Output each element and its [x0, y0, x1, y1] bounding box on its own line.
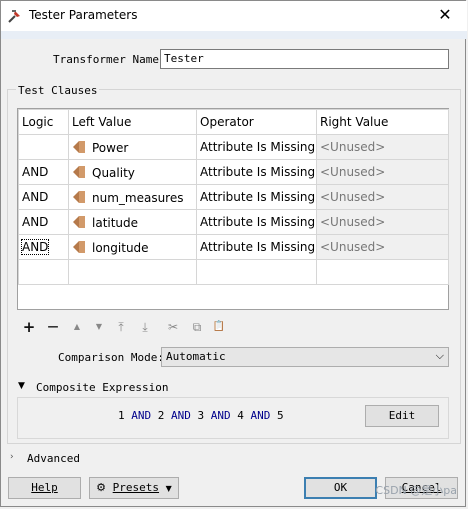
left-value-text: Quality: [92, 165, 135, 180]
operator-cell[interactable]: Attribute Is Missing: [196, 234, 317, 260]
logic-cell[interactable]: [18, 134, 69, 160]
composite-expression-label[interactable]: Composite Expression: [36, 381, 168, 394]
left-value-text: num_measures: [92, 190, 184, 205]
operator-cell[interactable]: Attribute Is Missing: [196, 134, 317, 160]
remove-icon[interactable]: —: [45, 319, 61, 335]
gear-icon: ⚙: [96, 481, 107, 494]
expr-operator: AND: [210, 409, 231, 422]
left-value-text: latitude: [92, 215, 139, 230]
add-icon[interactable]: +: [21, 319, 37, 335]
move-up-icon[interactable]: ▲: [69, 319, 85, 335]
help-button-label: Help: [31, 481, 58, 494]
table-row[interactable]: AND num_measures Attribute Is Missing <U…: [18, 184, 449, 210]
column-header-operator[interactable]: Operator: [196, 109, 317, 135]
fme-tester-icon: [8, 10, 20, 23]
logic-cell-text: AND: [20, 239, 50, 255]
move-down-icon[interactable]: ▼: [91, 319, 107, 335]
column-header-logic[interactable]: Logic: [18, 109, 69, 135]
title-bar: Tester Parameters ✕: [1, 1, 467, 31]
right-value-cell[interactable]: <Unused>: [316, 209, 449, 235]
comparison-mode-value: Automatic: [166, 350, 226, 363]
column-header-right-value[interactable]: Right Value: [316, 109, 449, 135]
attribute-icon: [73, 190, 85, 203]
presets-button-label: Presets: [112, 481, 160, 494]
test-clauses-title: Test Clauses: [16, 84, 100, 97]
empty-cell[interactable]: [316, 259, 449, 285]
expr-term: 2: [157, 409, 165, 422]
logic-cell[interactable]: AND: [18, 184, 69, 210]
ok-button[interactable]: OK: [304, 477, 377, 499]
chevron-down-icon: ▼: [165, 484, 172, 493]
advanced-section-label[interactable]: Advanced: [27, 452, 80, 465]
attribute-icon: [73, 140, 85, 153]
expand-chevron-icon[interactable]: ›: [10, 452, 14, 462]
right-value-cell[interactable]: <Unused>: [316, 234, 449, 260]
left-value-text: Power: [92, 140, 129, 155]
watermark: CSDN @是小pa: [375, 484, 457, 497]
attribute-icon: [73, 165, 85, 178]
comparison-mode-label: Comparison Mode:: [58, 351, 164, 364]
composite-expression-text: 1 AND 2 AND 3 AND 4 AND 5: [118, 409, 284, 422]
copy-icon[interactable]: ⧉: [189, 319, 205, 335]
transformer-name-input[interactable]: Tester: [160, 49, 449, 69]
table-row[interactable]: AND longitude Attribute Is Missing <Unus…: [18, 234, 449, 260]
left-value-cell[interactable]: longitude: [68, 234, 197, 260]
table-header-row: Logic Left Value Operator Right Value: [18, 109, 449, 135]
left-value-cell[interactable]: latitude: [68, 209, 197, 235]
operator-cell[interactable]: Attribute Is Missing: [196, 184, 317, 210]
column-header-left-value[interactable]: Left Value: [68, 109, 197, 135]
left-value-cell[interactable]: num_measures: [68, 184, 197, 210]
table-row[interactable]: AND Quality Attribute Is Missing <Unused…: [18, 159, 449, 185]
empty-cell[interactable]: [196, 259, 317, 285]
title-separator: [1, 31, 467, 39]
right-value-cell[interactable]: <Unused>: [316, 159, 449, 185]
attribute-icon: [73, 215, 85, 228]
edit-button[interactable]: Edit: [365, 405, 439, 427]
expr-term: 5: [277, 409, 284, 422]
comparison-mode-select[interactable]: Automatic ⌵: [161, 347, 449, 367]
logic-cell[interactable]: AND: [18, 234, 69, 260]
clauses-table: Logic Left Value Operator Right Value Po…: [18, 109, 449, 285]
dialog-window: Tester Parameters ✕ Transformer Name: Te…: [0, 0, 467, 507]
close-icon[interactable]: ✕: [435, 5, 455, 25]
paste-icon[interactable]: 📋: [211, 319, 227, 335]
logic-cell[interactable]: AND: [18, 159, 69, 185]
composite-expression-box: 1 AND 2 AND 3 AND 4 AND 5 Edit: [17, 397, 449, 439]
table-row-empty[interactable]: [18, 259, 449, 285]
attribute-icon: [73, 240, 85, 253]
right-value-cell[interactable]: <Unused>: [316, 134, 449, 160]
left-value-cell[interactable]: Quality: [68, 159, 197, 185]
expr-operator: AND: [250, 409, 271, 422]
table-row[interactable]: AND latitude Attribute Is Missing <Unuse…: [18, 209, 449, 235]
expr-operator: AND: [171, 409, 191, 422]
operator-cell[interactable]: Attribute Is Missing: [196, 159, 317, 185]
expr-term: 3: [197, 409, 205, 422]
move-to-bottom-icon[interactable]: ⤓: [137, 319, 153, 335]
operator-cell[interactable]: Attribute Is Missing: [196, 209, 317, 235]
empty-cell[interactable]: [18, 259, 69, 285]
window-title: Tester Parameters: [29, 8, 138, 22]
empty-cell[interactable]: [68, 259, 197, 285]
table-row[interactable]: Power Attribute Is Missing <Unused>: [18, 134, 449, 160]
collapse-chevron-icon[interactable]: ▼: [18, 381, 25, 391]
cut-icon[interactable]: ✂: [165, 319, 181, 335]
transformer-name-value: Tester: [164, 52, 204, 65]
expr-term: 4: [237, 409, 244, 422]
transformer-name-label: Transformer Name:: [53, 53, 166, 66]
help-button[interactable]: Help: [8, 477, 81, 499]
left-value-cell[interactable]: Power: [68, 134, 197, 160]
expr-operator: AND: [131, 409, 152, 422]
expr-term: 1: [118, 409, 125, 422]
presets-button[interactable]: ⚙ Presets ▼: [89, 477, 179, 499]
move-to-top-icon[interactable]: ⤒: [113, 319, 129, 335]
logic-cell[interactable]: AND: [18, 209, 69, 235]
chevron-down-icon: ⌵: [435, 349, 444, 362]
right-value-cell[interactable]: <Unused>: [316, 184, 449, 210]
left-value-text: longitude: [92, 240, 149, 255]
